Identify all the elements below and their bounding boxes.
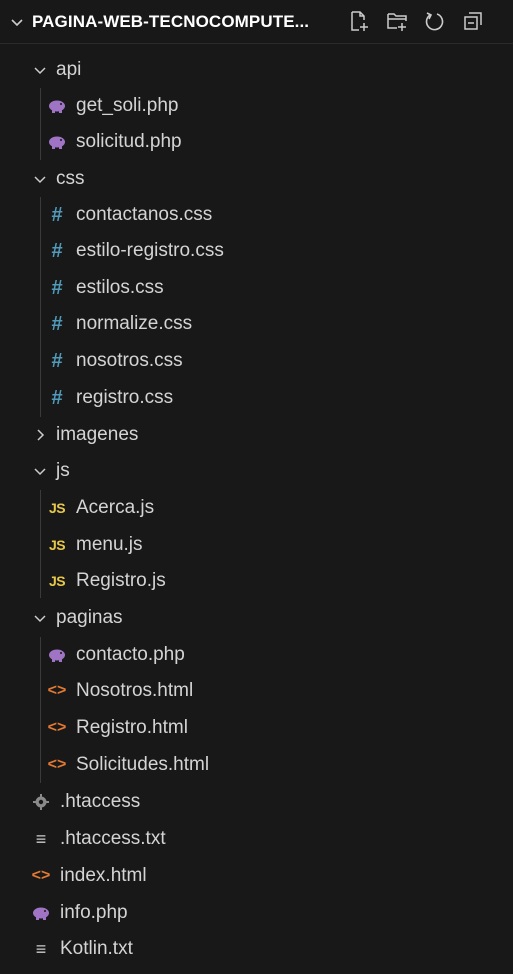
- css-hash-icon: #: [51, 276, 63, 299]
- explorer-actions: [346, 8, 486, 34]
- php-elephant-icon: [46, 644, 68, 666]
- tree-item-label: contactanos.css: [76, 204, 213, 225]
- tree-item-label: menu.js: [76, 534, 143, 555]
- chevron-down-icon: [30, 461, 50, 481]
- tree-item-label: estilos.css: [76, 277, 164, 298]
- php-elephant-icon: [30, 902, 52, 924]
- tree-file-nosotros-html[interactable]: <> Nosotros.html: [46, 673, 194, 709]
- text-lines-icon: ≡: [35, 828, 47, 849]
- tree-file-index-html[interactable]: <> index.html: [30, 858, 147, 894]
- tree-item-label: paginas: [56, 607, 123, 628]
- html-brackets-icon: <>: [47, 756, 67, 773]
- css-hash-icon: #: [51, 349, 63, 372]
- tree-item-label: imagenes: [56, 424, 139, 445]
- tree-item-label: registro.css: [76, 387, 174, 408]
- chevron-down-icon: [30, 169, 50, 189]
- tree-item-label: contacto.php: [76, 644, 185, 665]
- chevron-right-icon: [30, 425, 50, 445]
- tree-item-label: .htaccess.txt: [60, 828, 166, 849]
- tree-item-label: index.html: [60, 865, 147, 886]
- tree-item-label: Registro.html: [76, 717, 188, 738]
- tree-folder-css[interactable]: css: [30, 161, 85, 197]
- chevron-down-icon: [30, 60, 50, 80]
- js-icon: JS: [48, 573, 66, 589]
- js-icon: JS: [48, 500, 66, 516]
- tree-file-estilos-css[interactable]: # estilos.css: [46, 270, 164, 306]
- chevron-down-icon[interactable]: [6, 11, 28, 33]
- tree-folder-js[interactable]: js: [30, 453, 70, 489]
- tree-folder-imagenes[interactable]: imagenes: [30, 417, 138, 453]
- text-lines-icon: ≡: [35, 938, 47, 959]
- tree-item-label: normalize.css: [76, 313, 193, 334]
- tree-file-contactanos-css[interactable]: # contactanos.css: [46, 197, 212, 233]
- js-icon: JS: [48, 537, 66, 553]
- css-hash-icon: #: [51, 203, 63, 226]
- tree-item-label: js: [56, 460, 70, 481]
- tree-item-label: .htaccess: [60, 791, 141, 812]
- tree-file-get-soli-php[interactable]: get_soli.php: [46, 88, 178, 124]
- html-brackets-icon: <>: [47, 719, 67, 736]
- tree-file-nosotros-css[interactable]: # nosotros.css: [46, 343, 183, 379]
- php-elephant-icon: [46, 95, 68, 117]
- tree-folder-paginas[interactable]: paginas: [30, 600, 123, 636]
- tree-item-label: get_soli.php: [76, 95, 179, 116]
- tree-file-kotlin-txt[interactable]: ≡ Kotlin.txt: [30, 931, 133, 967]
- css-hash-icon: #: [51, 239, 63, 262]
- tree-file-registro-js[interactable]: JS Registro.js: [46, 563, 166, 599]
- tree-file-estilo-registro-css[interactable]: # estilo-registro.css: [46, 233, 224, 269]
- tree-item-label: Kotlin.txt: [60, 938, 133, 959]
- tree-item-label: solicitud.php: [76, 131, 182, 152]
- tree-file-solicitud-php[interactable]: solicitud.php: [46, 124, 182, 160]
- new-file-icon[interactable]: [346, 8, 372, 34]
- tree-item-label: api: [56, 59, 82, 80]
- tree-file-htaccess[interactable]: .htaccess: [30, 784, 140, 820]
- explorer-header[interactable]: PAGINA-WEB-TECNOCOMPUTE...: [0, 0, 513, 44]
- html-brackets-icon: <>: [47, 682, 67, 699]
- tree-item-label: info.php: [60, 902, 128, 923]
- gear-icon: [30, 791, 52, 813]
- tree-file-htaccess-txt[interactable]: ≡ .htaccess.txt: [30, 821, 166, 857]
- tree-item-label: css: [56, 168, 85, 189]
- tree-file-contacto-php[interactable]: contacto.php: [46, 637, 185, 673]
- tree-item-label: estilo-registro.css: [76, 240, 224, 261]
- chevron-down-icon: [30, 608, 50, 628]
- php-elephant-icon: [46, 131, 68, 153]
- indent-guide: [40, 637, 41, 783]
- indent-guide: [40, 197, 41, 417]
- new-folder-icon[interactable]: [384, 8, 410, 34]
- tree-folder-api[interactable]: api: [30, 52, 81, 88]
- tree-file-registro-css[interactable]: # registro.css: [46, 380, 173, 416]
- html-brackets-icon: <>: [31, 867, 51, 884]
- explorer-panel: PAGINA-WEB-TECNOCOMPUTE... api get_soli.…: [0, 0, 513, 974]
- workspace-title[interactable]: PAGINA-WEB-TECNOCOMPUTE...: [32, 12, 309, 32]
- refresh-icon[interactable]: [422, 8, 448, 34]
- tree-file-info-php[interactable]: info.php: [30, 895, 128, 931]
- tree-item-label: nosotros.css: [76, 350, 183, 371]
- tree-file-solicitudes-html[interactable]: <> Solicitudes.html: [46, 747, 209, 783]
- tree-item-label: Solicitudes.html: [76, 754, 210, 775]
- tree-item-label: Nosotros.html: [76, 680, 194, 701]
- css-hash-icon: #: [51, 312, 63, 335]
- collapse-all-icon[interactable]: [460, 8, 486, 34]
- tree-file-menu-js[interactable]: JS menu.js: [46, 527, 143, 563]
- tree-item-label: Acerca.js: [76, 497, 155, 518]
- css-hash-icon: #: [51, 386, 63, 409]
- tree-file-registro-html[interactable]: <> Registro.html: [46, 710, 188, 746]
- indent-guide: [40, 88, 41, 160]
- tree-file-acerca-js[interactable]: JS Acerca.js: [46, 490, 154, 526]
- tree-item-label: Registro.js: [76, 570, 166, 591]
- indent-guide: [40, 490, 41, 598]
- tree-file-normalize-css[interactable]: # normalize.css: [46, 306, 192, 342]
